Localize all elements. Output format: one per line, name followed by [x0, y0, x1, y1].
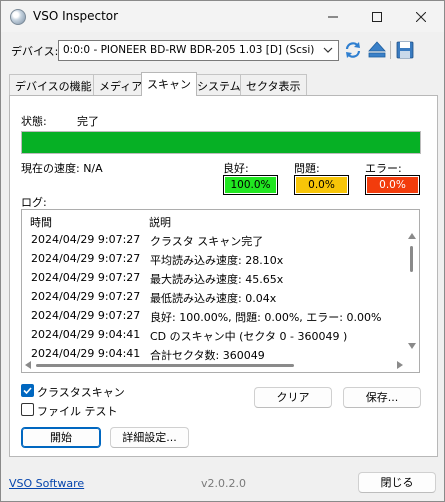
log-time: 2024/04/29 9:07:27 — [31, 290, 141, 303]
error-label: エラー: — [365, 162, 402, 175]
file-test-checkbox[interactable] — [21, 403, 34, 416]
scroll-up-arrow-icon[interactable] — [408, 233, 416, 239]
save-toolbar-button[interactable] — [395, 40, 415, 60]
list-item[interactable]: 2024/04/29 9:04:41 CD のスキャン中 (セクタ 0 - 36… — [22, 325, 402, 344]
tab-device-features[interactable]: デバイスの機能 — [9, 74, 98, 95]
scroll-right-arrow-icon[interactable] — [397, 361, 403, 369]
vso-software-link[interactable]: VSO Software — [9, 477, 84, 490]
title-bar[interactable]: VSO Inspector — [1, 1, 444, 32]
clear-button[interactable]: クリア — [254, 387, 332, 408]
eject-button[interactable] — [367, 40, 387, 60]
log-description: クラスタ スキャン完了 — [150, 235, 264, 248]
close-button[interactable]: 閉じる — [358, 472, 436, 493]
minimize-icon — [328, 16, 338, 17]
log-time: 2024/04/29 9:07:27 — [31, 233, 141, 246]
version-label: v2.0.2.0 — [201, 477, 246, 490]
disc-icon — [10, 9, 26, 25]
refresh-button[interactable] — [343, 40, 363, 60]
refresh-icon — [345, 42, 361, 58]
device-select-value: 0:0:0 - PIONEER BD-RW BDR-205 1.03 [D] (… — [63, 44, 315, 56]
log-time: 2024/04/29 9:07:27 — [31, 271, 141, 284]
tab-system[interactable]: システム — [191, 74, 247, 95]
vertical-scroll-thumb[interactable] — [410, 246, 413, 272]
checkmark-icon — [23, 387, 32, 395]
status-label: 状態: — [21, 115, 47, 128]
problem-label: 問題: — [294, 162, 320, 175]
current-speed: 現在の速度: N/A — [21, 162, 103, 175]
log-description: 最大読み込み速度: 45.65x — [150, 273, 284, 286]
log-description: 良好: 100.00%, 問題: 0.00%, エラー: 0.00% — [150, 311, 382, 324]
scan-progress-bar — [21, 131, 421, 154]
save-log-button[interactable]: 保存... — [343, 387, 421, 408]
log-header: 時間 説明 — [22, 210, 419, 230]
log-time: 2024/04/29 9:07:27 — [31, 252, 141, 265]
good-percent-badge: 100.0% — [223, 175, 278, 195]
column-header-description[interactable]: 説明 — [149, 214, 171, 230]
chevron-down-icon — [323, 47, 333, 53]
eject-icon — [368, 41, 386, 58]
advanced-settings-button[interactable]: 詳細設定... — [110, 427, 189, 448]
list-item[interactable]: 2024/04/29 9:07:27 最低読み込み速度: 0.04x — [22, 287, 402, 306]
scroll-down-arrow-icon[interactable] — [408, 343, 416, 349]
error-percent-badge: 0.0% — [365, 175, 420, 195]
list-item[interactable]: 2024/04/29 9:07:27 平均読み込み速度: 28.10x — [22, 249, 402, 268]
log-description: CD のスキャン中 (セクタ 0 - 360049 ) — [150, 330, 348, 343]
tab-scan[interactable]: スキャン — [141, 72, 197, 96]
log-description: 平均読み込み速度: 28.10x — [150, 254, 284, 267]
close-icon — [416, 11, 426, 22]
save-icon — [396, 41, 414, 59]
column-header-time[interactable]: 時間 — [30, 214, 52, 230]
scroll-left-arrow-icon[interactable] — [25, 361, 31, 369]
list-item[interactable]: 2024/04/29 9:07:27 クラスタ スキャン完了 — [22, 230, 402, 249]
maximize-button[interactable] — [355, 1, 399, 32]
main-window: VSO Inspector デバイス: 0:0:0 - PIONEER BD-R… — [0, 0, 445, 502]
close-window-button[interactable] — [399, 1, 443, 32]
horizontal-scroll-thumb[interactable] — [36, 364, 294, 367]
minimize-button[interactable] — [311, 1, 355, 32]
log-label: ログ: — [21, 196, 47, 209]
cluster-scan-label[interactable]: クラスタスキャン — [37, 384, 125, 400]
start-button[interactable]: 開始 — [21, 427, 101, 448]
tab-sector-view[interactable]: セクタ表示 — [240, 74, 307, 95]
list-item[interactable]: 2024/04/29 9:07:27 最大読み込み速度: 45.65x — [22, 268, 402, 287]
log-time: 2024/04/29 9:04:41 — [31, 328, 141, 341]
problem-percent-badge: 0.0% — [294, 175, 349, 195]
toolbar-separator — [390, 41, 391, 59]
device-select[interactable]: 0:0:0 - PIONEER BD-RW BDR-205 1.03 [D] (… — [58, 40, 339, 61]
log-list[interactable]: 時間 説明 2024/04/29 9:07:27 クラスタ スキャン完了 202… — [21, 209, 420, 373]
maximize-icon — [372, 11, 382, 22]
log-horizontal-scrollbar[interactable] — [22, 358, 419, 372]
file-test-label[interactable]: ファイル テスト — [37, 403, 118, 419]
good-label: 良好: — [223, 162, 249, 175]
scan-progress-fill — [22, 132, 420, 153]
device-label: デバイス: — [11, 45, 59, 58]
log-vertical-scrollbar[interactable] — [405, 230, 419, 352]
cluster-scan-checkbox[interactable] — [21, 384, 34, 397]
window-title: VSO Inspector — [33, 9, 119, 23]
log-time: 2024/04/29 9:07:27 — [31, 309, 141, 322]
list-item[interactable]: 2024/04/29 9:07:27 良好: 100.00%, 問題: 0.00… — [22, 306, 402, 325]
log-description: 最低読み込み速度: 0.04x — [150, 292, 277, 305]
tab-media[interactable]: メディア — [93, 74, 149, 95]
status-value: 完了 — [77, 115, 99, 128]
